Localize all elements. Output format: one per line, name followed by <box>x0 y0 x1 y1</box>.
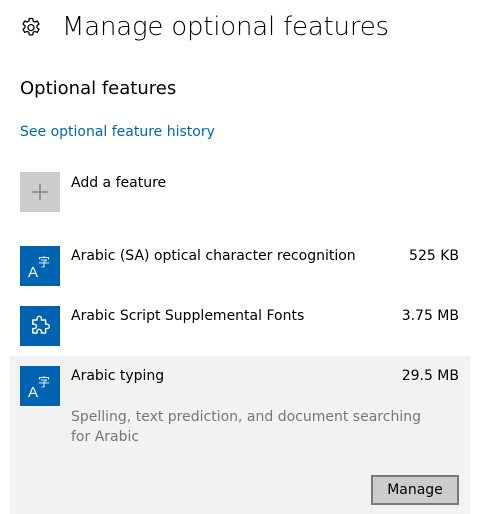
manage-button[interactable]: Manage <box>371 475 459 505</box>
feature-size: 3.75 MB <box>401 308 459 324</box>
feature-name: Arabic (SA) optical character recognitio… <box>71 248 356 264</box>
feature-item-arabic-typing[interactable]: A 字 Arabic typing 29.5 MB Spelling, text… <box>10 356 470 514</box>
svg-text:字: 字 <box>38 254 50 269</box>
gear-icon <box>20 17 42 39</box>
svg-text:A: A <box>28 384 38 399</box>
add-feature-button[interactable]: Add a feature <box>20 172 166 212</box>
section-title: Optional features <box>20 78 177 99</box>
settings-page: Manage optional features Optional featur… <box>0 0 490 514</box>
svg-text:A: A <box>28 264 38 279</box>
page-title: Manage optional features <box>62 12 389 42</box>
feature-size: 525 KB <box>409 248 459 264</box>
feature-description: Spelling, text prediction, and document … <box>71 409 421 445</box>
language-icon: A 字 <box>20 366 60 406</box>
svg-text:字: 字 <box>38 374 50 389</box>
feature-item-arabic-fonts[interactable]: Arabic Script Supplemental Fonts 3.75 MB <box>10 306 470 350</box>
feature-name: Arabic Script Supplemental Fonts <box>71 308 305 324</box>
feature-name: Arabic typing <box>71 368 165 384</box>
language-icon: A 字 <box>20 246 60 286</box>
add-feature-label: Add a feature <box>71 175 167 191</box>
page-header: Manage optional features <box>20 12 389 42</box>
feature-item-arabic-ocr[interactable]: A 字 Arabic (SA) optical character recogn… <box>10 246 470 290</box>
feature-history-link[interactable]: See optional feature history <box>20 124 215 140</box>
plus-icon <box>20 172 60 212</box>
puzzle-icon <box>20 306 60 346</box>
feature-size: 29.5 MB <box>401 368 459 384</box>
